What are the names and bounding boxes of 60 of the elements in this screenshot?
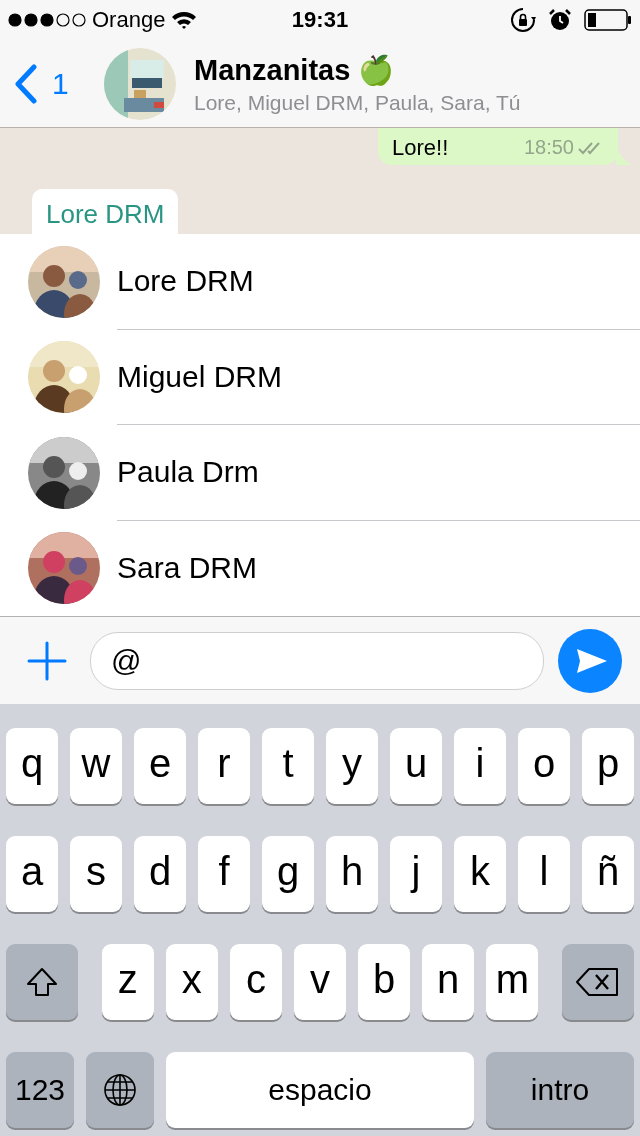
group-members: Lore, Miguel DRM, Paula, Sara, Tú — [194, 90, 521, 115]
letter-key[interactable]: k — [454, 836, 506, 912]
space-key[interactable]: espacio — [166, 1052, 474, 1128]
back-chevron-icon — [14, 63, 38, 104]
battery-icon — [584, 9, 632, 31]
back-button[interactable]: 1 — [0, 63, 104, 104]
mention-suggestion[interactable]: Miguel DRM — [0, 329, 640, 425]
contact-name: Lore DRM — [117, 234, 640, 330]
globe-key[interactable] — [86, 1052, 154, 1128]
incoming-message-sender: Lore DRM — [32, 189, 179, 234]
send-icon — [575, 646, 609, 675]
letter-key[interactable]: q — [6, 728, 58, 804]
mention-suggestion[interactable]: Paula Drm — [0, 425, 640, 521]
group-title: Manzanitas 🍏 — [194, 52, 396, 87]
letter-key[interactable]: o — [518, 728, 570, 804]
letter-key[interactable]: e — [134, 728, 186, 804]
mode-key[interactable]: 123 — [6, 1052, 74, 1128]
letter-key[interactable]: i — [454, 728, 506, 804]
contact-name: Miguel DRM — [117, 329, 640, 425]
letter-key[interactable]: a — [6, 836, 58, 912]
message-input-field[interactable]: @ — [90, 631, 544, 690]
letter-key[interactable]: n — [422, 944, 475, 1020]
return-key[interactable]: intro — [486, 1052, 634, 1128]
contact-name: Paula Drm — [117, 425, 640, 521]
plus-icon — [27, 640, 67, 681]
mention-suggestion[interactable]: Lore DRM — [0, 234, 640, 330]
letter-key[interactable]: m — [486, 944, 539, 1020]
letter-key[interactable]: y — [326, 728, 378, 804]
alarm-icon — [548, 8, 572, 32]
status-time: 19:31 — [291, 7, 349, 33]
letter-key[interactable]: s — [70, 836, 122, 912]
letter-key[interactable]: t — [262, 728, 314, 804]
letter-key[interactable]: l — [518, 836, 570, 912]
letter-key[interactable]: g — [262, 836, 314, 912]
globe-icon — [103, 1073, 137, 1107]
letter-key[interactable]: h — [326, 836, 378, 912]
shift-arrow-icon — [24, 966, 59, 998]
contact-name: Sara DRM — [117, 550, 259, 587]
carrier-name: Orange — [92, 7, 166, 33]
letter-key[interactable]: f — [198, 836, 250, 912]
letter-key[interactable]: z — [101, 944, 154, 1020]
backspace-key[interactable] — [562, 944, 634, 1020]
letter-key[interactable]: c — [229, 944, 282, 1020]
letter-key[interactable]: u — [390, 728, 442, 804]
letter-key[interactable]: x — [165, 944, 218, 1020]
letter-key[interactable]: j — [390, 836, 442, 912]
message-text: Lore!! — [392, 137, 449, 159]
rotation-lock-icon — [510, 7, 536, 33]
letter-key[interactable]: v — [293, 944, 347, 1020]
mention-suggestion[interactable]: Sara DRM — [0, 520, 640, 616]
letter-key[interactable]: r — [198, 728, 250, 804]
message-time: 18:50 — [523, 136, 574, 159]
wifi-icon — [171, 10, 198, 30]
letter-key[interactable]: b — [358, 944, 411, 1020]
add-attachment-button[interactable] — [26, 639, 68, 682]
letter-key[interactable]: p — [582, 728, 634, 804]
letter-key[interactable]: ñ — [582, 836, 634, 912]
letter-key[interactable]: d — [134, 836, 186, 912]
letter-key[interactable]: w — [70, 728, 122, 804]
shift-key[interactable] — [6, 944, 78, 1020]
